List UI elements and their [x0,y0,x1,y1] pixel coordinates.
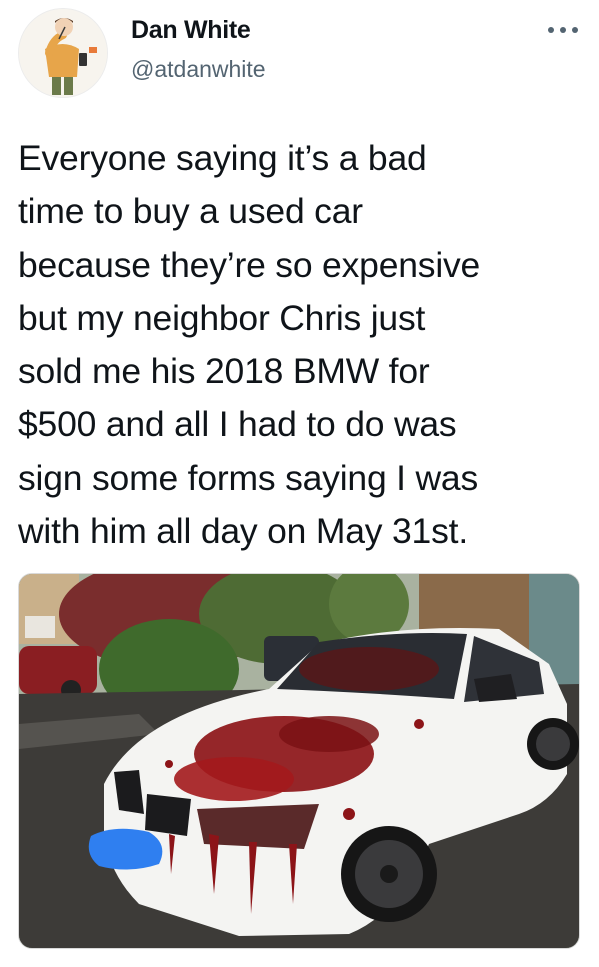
tweet-text-line: sold me his 2018 BMW for [18,351,430,392]
tweet-header: Dan White @atdanwhite [0,0,599,110]
tweet-text-line: $500 and all I had to do was [18,404,457,445]
cartoon-person-avatar-icon [19,9,107,97]
author-handle[interactable]: @atdanwhite [131,56,266,83]
author-display-name[interactable]: Dan White [131,16,251,45]
more-options-icon[interactable] [546,22,580,38]
tweet-text-line: Everyone saying it’s a bad [18,138,427,178]
tweet-text-line: time to buy a used car [18,191,363,232]
tweet-text-line: with him all day on May 31st. [18,511,468,552]
tweet-text-line: but my neighbor Chris just [18,297,426,338]
profile-avatar[interactable] [18,8,108,98]
white-bmw-splattered-photo-icon [19,574,579,948]
tweet-text: Everyone saying it’s a bad time to buy a… [18,132,583,558]
tweet-text-line: sign some forms saying I was [18,457,479,498]
tweet-text-line: because they’re so expensive [18,244,481,285]
tweet-media-photo[interactable] [18,573,580,949]
